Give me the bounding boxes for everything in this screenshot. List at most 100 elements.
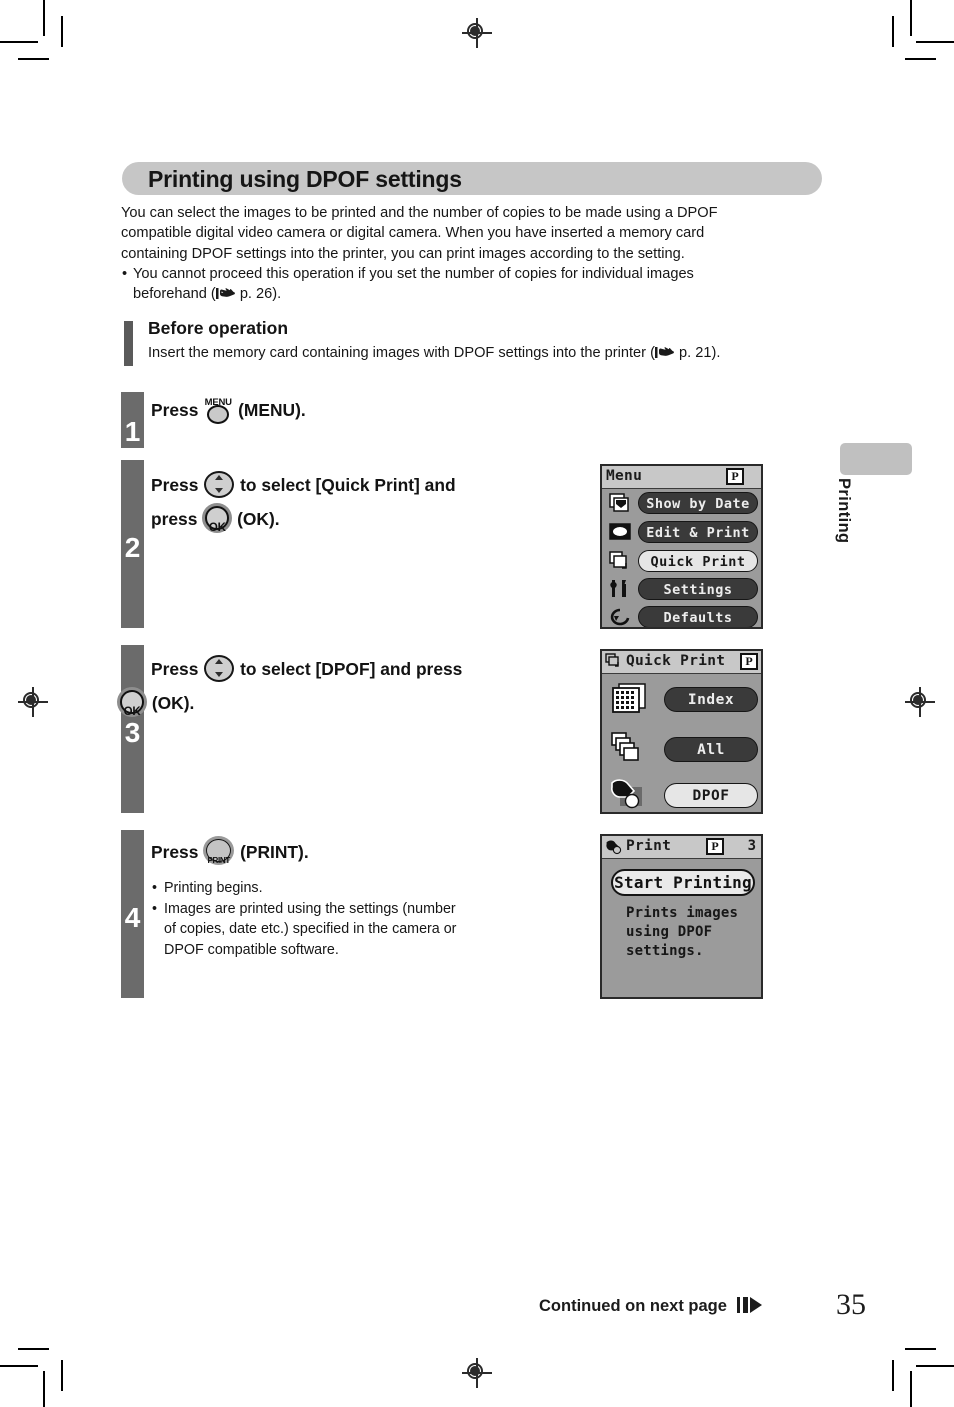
menu-button-cap xyxy=(207,405,230,425)
manual-page: Printing using DPOF settings You can sel… xyxy=(0,0,954,1407)
lcd-menu-title: Menu xyxy=(606,468,643,484)
index-grid-icon xyxy=(610,681,650,717)
lcd-print-description-line-2: using DPOF xyxy=(626,924,713,940)
crop-mark xyxy=(61,1360,63,1391)
section-header-banner: Printing using DPOF settings xyxy=(122,162,822,195)
crop-mark xyxy=(892,16,894,47)
page-number: 35 xyxy=(836,1288,866,1321)
lcd-print-start-printing-button[interactable]: Start Printing xyxy=(611,869,755,896)
lcd-menu-item-settings[interactable]: Settings xyxy=(638,578,758,600)
crop-mark xyxy=(61,16,63,47)
up-down-button-icon[interactable] xyxy=(203,469,235,499)
ok-button-caption: OK xyxy=(208,522,226,535)
registration-mark xyxy=(462,18,492,48)
stacked-photos-date-icon xyxy=(608,492,634,516)
step-4-note-1: • Printing begins. xyxy=(151,878,581,899)
lcd-print-titlebar: Print P 3 xyxy=(602,836,761,859)
crop-mark xyxy=(18,1348,49,1350)
step-1-instruction: Press MENU (MENU). xyxy=(151,396,571,425)
up-down-button-icon[interactable] xyxy=(203,653,235,683)
step-number-bar-4: 4 xyxy=(121,830,144,998)
crop-mark xyxy=(905,58,936,60)
before-operation-accent-bar-gap xyxy=(121,321,124,366)
step-4-note-2-text: Images are printed using the settings (n… xyxy=(164,900,456,917)
ok-button-icon[interactable]: OK xyxy=(202,503,233,534)
lcd-menu-item-quick-print[interactable]: Quick Print xyxy=(638,550,758,572)
intro-bullet-1: • You cannot proceed this operation if y… xyxy=(121,264,821,284)
step-1-text-post: (MENU). xyxy=(238,400,306,420)
continued-text: Continued on next page xyxy=(539,1297,727,1315)
step-number-4: 4 xyxy=(124,902,141,933)
step-4-note-2-cont-b: DPOF compatible software. xyxy=(164,941,339,958)
ok-button-caption: OK xyxy=(123,706,141,719)
before-operation-text-pre: Insert the memory card containing images… xyxy=(148,345,655,361)
crop-mark xyxy=(892,1360,894,1391)
intro-bullet-1-cont: beforehand ( p. 26). xyxy=(121,284,821,304)
crop-mark xyxy=(910,0,912,36)
pointing-hand-icon xyxy=(654,346,675,359)
lcd-print-copy-count: 3 xyxy=(747,838,756,854)
print-button-icon[interactable]: PRINT xyxy=(203,836,235,866)
step-3-line2-post: (OK). xyxy=(151,693,195,713)
step-4-text-post: (PRINT). xyxy=(240,842,309,862)
print-button-caption: PRINT xyxy=(207,856,230,866)
lcd-print-title: Print xyxy=(626,838,672,854)
lcd-menu-item-defaults[interactable]: Defaults xyxy=(638,606,758,627)
dpof-camera-icon xyxy=(608,777,652,812)
down-arrow-icon xyxy=(215,672,224,678)
step-body-4: Press PRINT (PRINT). • Printing begins. … xyxy=(151,836,581,960)
lcd-quick-print-item-dpof[interactable]: DPOF xyxy=(664,783,758,808)
step-4-note-2-cont-a: of copies, date etc.) specified in the c… xyxy=(164,921,457,938)
dpof-camera-icon xyxy=(604,838,624,855)
up-arrow-icon xyxy=(215,475,224,481)
registration-mark xyxy=(18,687,48,717)
before-operation-text-post: p. 21). xyxy=(674,345,721,361)
crop-mark xyxy=(910,1371,912,1407)
side-tab-marker xyxy=(840,443,912,475)
lcd-quick-print-titlebar: Quick Print P xyxy=(602,651,761,674)
crop-mark xyxy=(43,1371,45,1407)
lcd-quick-print-item-index[interactable]: Index xyxy=(664,687,758,712)
step-2-text-pre: Press xyxy=(151,475,199,495)
registration-mark xyxy=(905,687,935,717)
crop-mark xyxy=(905,1348,936,1350)
step-3-instruction-line-2: OK (OK). xyxy=(117,686,581,720)
crop-mark xyxy=(0,1365,38,1367)
crop-mark xyxy=(18,58,49,60)
intro-line-2: compatible digital video camera or digit… xyxy=(121,225,705,242)
pointing-hand-icon xyxy=(215,287,236,300)
lcd-menu-item-edit-and-print[interactable]: Edit & Print xyxy=(638,521,758,543)
crop-mark xyxy=(43,0,45,36)
p-mark-icon: P xyxy=(740,653,758,670)
single-photo-icon xyxy=(608,521,634,545)
step-body-2: Press to select [Quick Print] and press … xyxy=(151,468,581,536)
page-title: Printing using DPOF settings xyxy=(148,166,462,192)
lcd-print-description-line-3: settings. xyxy=(626,943,704,959)
step-4-notes: • Printing begins. • Images are printed … xyxy=(151,878,581,960)
ok-button-icon[interactable]: OK xyxy=(117,687,147,718)
lcd-screen-print: Print P 3 Start Printing Prints images u… xyxy=(600,834,763,999)
crop-mark xyxy=(0,41,38,43)
step-number-2: 2 xyxy=(124,532,141,563)
before-operation-text: Insert the memory card containing images… xyxy=(148,344,720,361)
p-mark-icon: P xyxy=(706,838,724,855)
lcd-quick-print-item-all[interactable]: All xyxy=(664,737,758,762)
step-number-bar-2: 2 xyxy=(121,460,144,628)
step-number-1: 1 xyxy=(124,416,141,447)
bullet-dot: • xyxy=(152,900,158,917)
lcd-menu-item-show-by-date[interactable]: Show by Date xyxy=(638,492,758,514)
bullet-dot: • xyxy=(152,880,158,897)
before-operation-heading: Before operation xyxy=(148,318,289,338)
step-number-bar-1: 1 xyxy=(121,392,144,448)
menu-button-icon[interactable]: MENU xyxy=(203,397,233,425)
step-4-note-1-text: Printing begins. xyxy=(164,880,263,897)
tools-wrench-icon xyxy=(608,578,634,602)
lcd-menu-titlebar: Menu P xyxy=(602,466,761,489)
step-3-instruction-line-1: Press to select [DPOF] and press xyxy=(151,652,581,686)
step-1-text-pre: Press xyxy=(151,400,199,420)
crop-mark xyxy=(916,41,954,43)
step-2-line2-post: (OK). xyxy=(237,509,280,529)
p-mark-icon: P xyxy=(726,468,744,485)
stacked-copies-icon xyxy=(608,550,634,574)
down-arrow-icon xyxy=(215,488,224,494)
